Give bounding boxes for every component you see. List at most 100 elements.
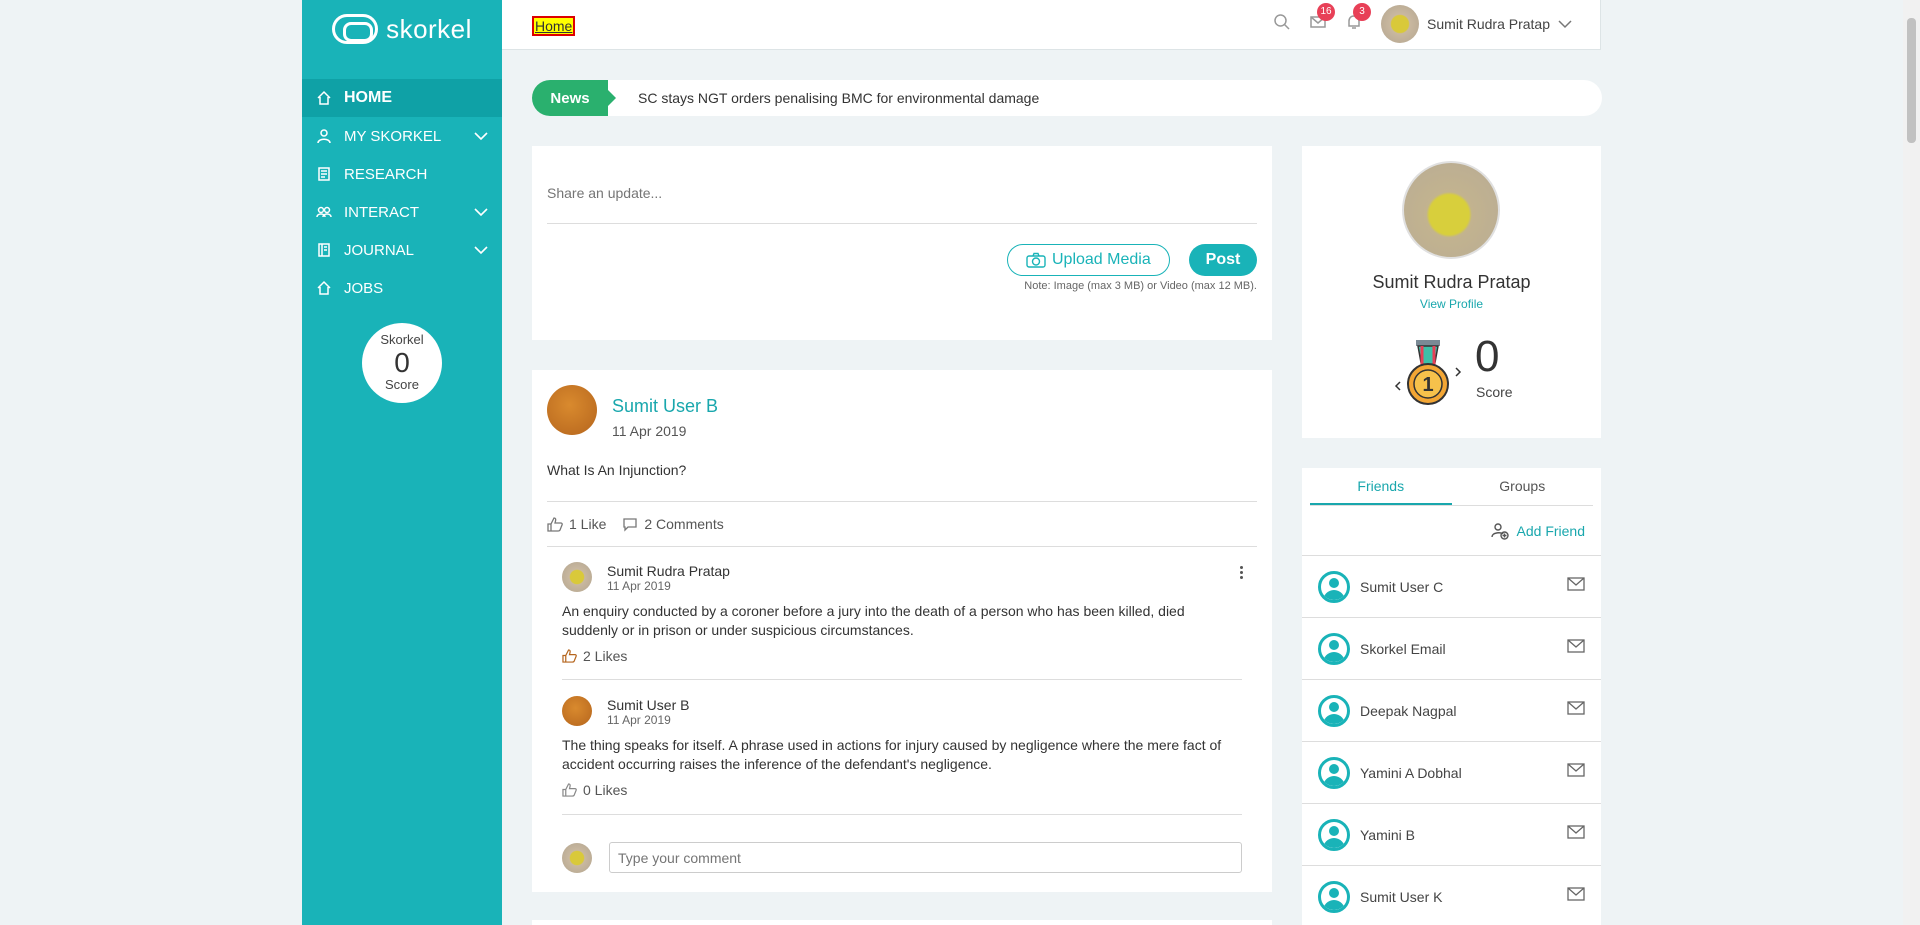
top-header: Home 16 3 Sumit Rudra Pratap (502, 0, 1601, 50)
comment-like-button[interactable]: 0 Likes (562, 782, 627, 798)
messages-icon[interactable]: 16 (1309, 3, 1336, 35)
logo-text: skorkel (386, 13, 472, 44)
friend-name[interactable]: Sumit User C (1360, 579, 1567, 595)
medal-number: 1 (1422, 374, 1433, 396)
avatar[interactable] (562, 562, 592, 592)
sidebar-item-journal[interactable]: JOURNAL (302, 231, 502, 269)
mail-icon[interactable] (1567, 639, 1585, 658)
comment-input[interactable] (609, 842, 1242, 873)
user-menu[interactable]: Sumit Rudra Pratap (1381, 5, 1600, 43)
tab-groups[interactable]: Groups (1452, 468, 1594, 505)
journal-icon (316, 242, 332, 258)
friend-name[interactable]: Sumit User K (1360, 889, 1567, 905)
friend-name[interactable]: Skorkel Email (1360, 641, 1567, 657)
logo[interactable]: skorkel (302, 0, 502, 58)
add-friend-label: Add Friend (1516, 522, 1585, 539)
profile-name: Sumit Rudra Pratap (1372, 272, 1531, 292)
sidebar-item-label: HOME (344, 89, 392, 106)
user-name: Sumit Rudra Pratap (1427, 16, 1550, 32)
mail-icon[interactable] (1567, 825, 1585, 844)
avatar (1318, 818, 1350, 851)
mail-icon[interactable] (1567, 887, 1585, 906)
avatar (1318, 880, 1350, 913)
comment-icon (623, 517, 638, 532)
post-button[interactable]: Post (1189, 244, 1257, 276)
chevron-down-icon[interactable] (474, 204, 488, 221)
camera-icon (1026, 252, 1046, 268)
comment-text: An enquiry conducted by a coroner before… (562, 603, 1185, 638)
comment-like-button[interactable]: 2 Likes (562, 648, 627, 664)
friend-name[interactable]: Yamini B (1360, 827, 1567, 843)
profile-avatar[interactable] (1402, 161, 1500, 259)
more-options-icon[interactable] (1235, 562, 1247, 582)
view-profile-link[interactable]: View Profile (1302, 297, 1601, 311)
comment-author[interactable]: Sumit User B (607, 697, 689, 713)
like-count: 1 Like (569, 516, 607, 532)
thumbs-up-icon (562, 783, 577, 797)
friend-item[interactable]: Sumit User C (1302, 556, 1601, 618)
people-icon (316, 204, 332, 220)
avatar (1318, 632, 1350, 665)
chevron-down-icon[interactable] (474, 242, 488, 259)
post-actions: 1 Like 2 Comments (547, 516, 724, 532)
avatar[interactable] (562, 696, 592, 726)
friends-tabs: Friends Groups (1310, 468, 1593, 506)
add-friend-button[interactable]: Add Friend (1302, 506, 1601, 556)
sidebar-item-label: RESEARCH (344, 165, 428, 183)
upload-media-button[interactable]: Upload Media (1007, 244, 1170, 276)
avatar (1381, 5, 1420, 43)
mail-icon[interactable] (1567, 701, 1585, 720)
friend-item[interactable]: Yamini B (1302, 804, 1601, 866)
header-actions: 16 3 Sumit Rudra Pratap (1273, 0, 1600, 48)
profile-score: 0 (1475, 332, 1500, 381)
sidebar-item-research[interactable]: RESEARCH (302, 155, 502, 193)
comment-author[interactable]: Sumit Rudra Pratap (607, 563, 730, 579)
news-ticker: News SC stays NGT orders penalising BMC … (532, 80, 1602, 116)
breadcrumb-home[interactable]: Home (532, 16, 576, 36)
avatar (1318, 694, 1350, 727)
post-text: What Is An Injunction? (547, 462, 687, 478)
friends-card: Friends Groups Add Friend Sumit User C S… (1302, 468, 1601, 925)
sidebar-nav: HOME MY SKORKEL RESEARCH INTERACT JOURNA… (302, 79, 502, 307)
friend-item[interactable]: Deepak Nagpal (1302, 680, 1601, 742)
friend-item[interactable]: Sumit User K (1302, 866, 1601, 925)
sidebar-item-jobs[interactable]: JOBS (302, 269, 502, 307)
like-button[interactable]: 1 Like (547, 516, 606, 532)
sidebar-item-home[interactable]: HOME (302, 79, 502, 117)
score-bottom-label: Score (385, 377, 419, 393)
upload-note: Note: Image (max 3 MB) or Video (max 12 … (1024, 280, 1257, 292)
divider (547, 546, 1257, 547)
messages-badge: 16 (1317, 3, 1336, 21)
logo-icon (332, 14, 379, 44)
scrollbar-thumb[interactable] (1907, 18, 1916, 143)
friend-item[interactable]: Skorkel Email (1302, 618, 1601, 680)
chevron-down-icon[interactable] (474, 128, 488, 145)
avatar[interactable] (547, 385, 597, 435)
divider (547, 501, 1257, 502)
friend-name[interactable]: Deepak Nagpal (1360, 703, 1567, 719)
comments-button[interactable]: 2 Comments (622, 516, 724, 532)
news-tag: News (532, 80, 616, 116)
sidebar-item-my-skorkel[interactable]: MY SKORKEL (302, 117, 502, 155)
page-scrollbar[interactable] (1903, 0, 1920, 925)
friend-item[interactable]: Yamini A Dobhal (1302, 742, 1601, 804)
comment-like-count: 0 Likes (583, 782, 628, 798)
sidebar-item-label: JOBS (344, 279, 384, 297)
comment-item: Sumit User B 11 Apr 2019 The thing speak… (562, 696, 1257, 815)
share-update-input[interactable] (547, 162, 1257, 224)
search-icon[interactable] (1273, 13, 1295, 35)
news-headline[interactable]: SC stays NGT orders penalising BMC for e… (638, 90, 1039, 106)
mail-icon[interactable] (1567, 577, 1585, 596)
home-icon (316, 90, 332, 106)
mail-icon[interactable] (1567, 763, 1585, 782)
tab-friends[interactable]: Friends (1310, 468, 1452, 505)
sidebar: skorkel HOME MY SKORKEL RESEARCH INTERAC… (302, 0, 502, 925)
notifications-badge: 3 (1353, 3, 1372, 21)
friend-name[interactable]: Yamini A Dobhal (1360, 765, 1567, 781)
post-card: Sumit User B 11 Apr 2019 What Is An Inju… (532, 370, 1272, 892)
post-author[interactable]: Sumit User B (612, 396, 718, 417)
upload-media-label: Upload Media (1052, 251, 1151, 268)
sidebar-item-interact[interactable]: INTERACT (302, 193, 502, 231)
bell-icon[interactable]: 3 (1345, 3, 1372, 35)
comment-item: Sumit Rudra Pratap 11 Apr 2019 An enquir… (562, 562, 1257, 680)
